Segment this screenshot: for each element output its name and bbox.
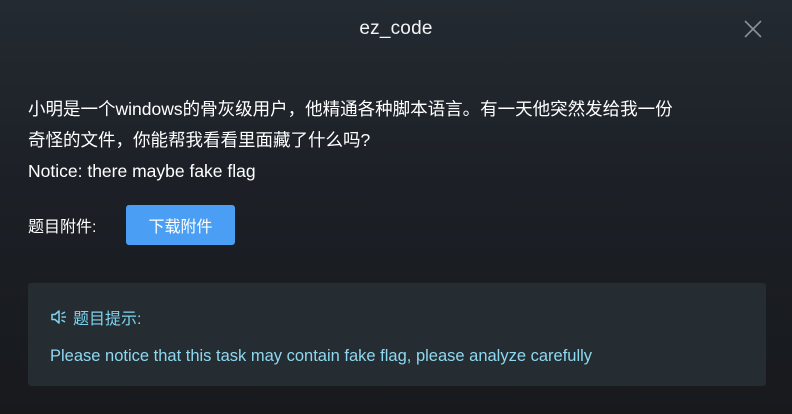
- challenge-description: 小明是一个windows的骨灰级用户，他精通各种脚本语言。有一天他突然发给我一份…: [28, 94, 764, 187]
- hint-text: Please notice that this task may contain…: [50, 347, 593, 365]
- attachment-row: 题目附件: 下载附件: [28, 205, 764, 245]
- close-button[interactable]: [744, 20, 762, 38]
- description-notice: Notice: there maybe fake flag: [28, 161, 256, 181]
- speaker-icon: [51, 310, 66, 324]
- description-line-2: 奇怪的文件，你能帮我看看里面藏了什么吗?: [28, 130, 371, 150]
- dialog-title: ez_code: [359, 18, 433, 39]
- hint-title: 题目提示:: [73, 311, 142, 328]
- dialog-body: 小明是一个windows的骨灰级用户，他精通各种脚本语言。有一天他突然发给我一份…: [0, 58, 792, 245]
- hint-box: 题目提示: Please notice that this task may c…: [28, 283, 766, 386]
- challenge-dialog: ez_code 小明是一个windows的骨灰级用户，他精通各种脚本语言。有一天…: [0, 0, 792, 414]
- description-line-1: 小明是一个windows的骨灰级用户，他精通各种脚本语言。有一天他突然发给我一份: [28, 99, 673, 119]
- download-attachment-button[interactable]: 下载附件: [126, 205, 235, 245]
- dialog-header: ez_code: [0, 0, 792, 58]
- close-icon: [744, 20, 762, 38]
- hint-header: 题目提示:: [50, 305, 744, 329]
- attachment-label: 题目附件:: [28, 219, 97, 236]
